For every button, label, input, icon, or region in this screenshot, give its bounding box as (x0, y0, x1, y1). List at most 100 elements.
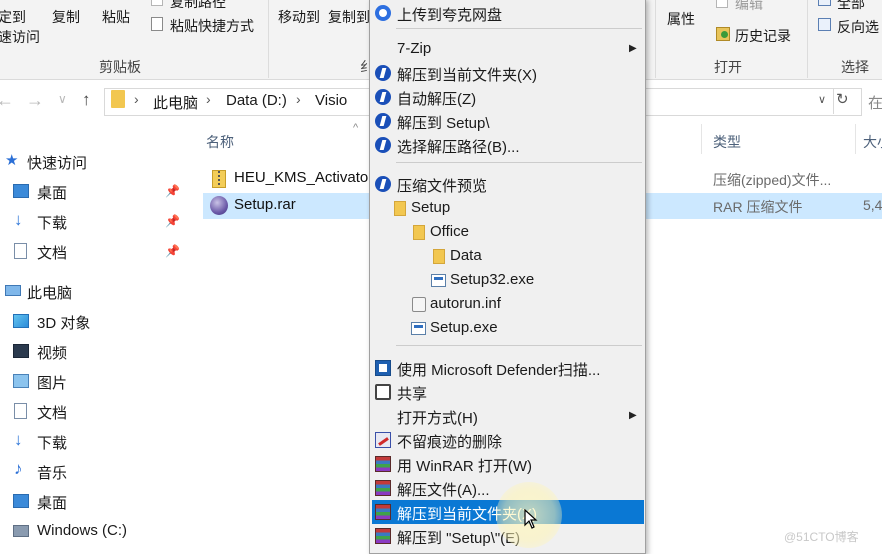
history-icon (716, 27, 730, 41)
recent-chevron-icon[interactable]: ∨ (58, 92, 67, 106)
invert-selection-button[interactable]: 反向选 (837, 17, 879, 37)
select-all-icon (818, 0, 831, 6)
sidebar-item-label: 音乐 (37, 465, 68, 482)
breadcrumb-data-drive[interactable]: Data (D:) (226, 92, 287, 109)
sidebar-item-desktop-pc[interactable]: 桌面 (0, 487, 185, 515)
sidebar-item-music[interactable]: ♪ 音乐 (0, 457, 185, 485)
submenu-arrow-icon: ▶ (629, 410, 637, 421)
menu-item-7zip[interactable]: 7-Zip ▶ (372, 37, 644, 61)
winrar-icon (375, 480, 391, 496)
menu-item-label: 7-Zip (397, 40, 432, 57)
sidebar-item-desktop[interactable]: 桌面 📌 (0, 177, 185, 205)
breadcrumb-visio[interactable]: Visio (315, 92, 347, 109)
tree-item-setup32[interactable]: Setup32.exe (372, 268, 644, 292)
sidebar-item-downloads-pc[interactable]: ↓ 下载 (0, 427, 185, 455)
sort-caret-icon: ^ (353, 122, 359, 134)
pin-quick-access-label-2[interactable]: 速访问 (0, 27, 40, 47)
edit-button[interactable]: 编辑 (735, 0, 763, 14)
menu-item-bandizip-extract-here[interactable]: 解压到当前文件夹(X) (372, 61, 644, 85)
folder-icon (394, 201, 406, 216)
menu-item-extract-files[interactable]: 解压文件(A)... (372, 476, 644, 500)
address-folder-icon (111, 90, 125, 108)
menu-item-label: 自动解压(Z) (397, 91, 477, 108)
tree-item-data[interactable]: Data (372, 244, 644, 268)
menu-item-bandizip-extract-to-setup[interactable]: 解压到 Setup\ (372, 109, 644, 133)
menu-item-upload-kuake[interactable]: 上传到夸克网盘 (372, 1, 644, 25)
exe-file-icon (431, 274, 446, 287)
refresh-icon[interactable]: ↻ (836, 90, 849, 108)
move-to-button[interactable]: 移动到 (278, 7, 320, 27)
history-button[interactable]: 历史记录 (735, 26, 791, 46)
menu-item-open-with-winrar[interactable]: 用 WinRAR 打开(W) (372, 452, 644, 476)
video-icon (13, 344, 29, 358)
menu-item-open-with[interactable]: 打开方式(H) ▶ (372, 404, 644, 428)
column-divider[interactable] (855, 124, 856, 154)
file-type: RAR 压缩文件 (713, 199, 803, 215)
tree-item-autorun[interactable]: autorun.inf (372, 292, 644, 316)
copy-to-button[interactable]: 复制到 (328, 7, 370, 27)
defender-shield-icon (375, 360, 391, 376)
sidebar-item-quick-access[interactable]: ★ 快速访问 (0, 147, 185, 175)
tree-item-label: Setup32.exe (450, 271, 535, 288)
document-icon (14, 403, 27, 419)
sidebar-scrollbar[interactable] (180, 124, 184, 554)
column-header-type[interactable]: 类型 (713, 132, 741, 152)
music-icon: ♪ (14, 459, 23, 478)
menu-item-bandizip-auto-extract[interactable]: 自动解压(Z) (372, 85, 644, 109)
copy-path-button[interactable]: 复制路径 (170, 0, 226, 12)
column-divider[interactable] (701, 124, 702, 154)
pin-quick-access-label-1[interactable]: 定到 (0, 7, 26, 27)
tree-item-office[interactable]: Office (372, 220, 644, 244)
address-dropdown-divider (814, 88, 834, 114)
file-size: 5,4 (863, 197, 882, 213)
sidebar-item-documents-pc[interactable]: 文档 (0, 397, 185, 425)
sidebar-item-documents[interactable]: 文档 📌 (0, 237, 185, 265)
clipboard-group-label: 剪贴板 (99, 59, 141, 75)
winrar-icon (375, 528, 391, 544)
sidebar-item-this-pc[interactable]: 此电脑 (0, 277, 185, 305)
search-input[interactable]: 在 (868, 92, 882, 113)
computer-icon (5, 285, 21, 296)
sidebar-item-downloads[interactable]: ↓ 下载 📌 (0, 207, 185, 235)
sidebar-item-label: 下载 (37, 215, 68, 232)
menu-item-bandizip-choose-path[interactable]: 选择解压路径(B)... (372, 133, 644, 157)
pin-icon[interactable]: 📌 (165, 214, 180, 228)
forward-arrow-icon[interactable]: → (26, 90, 44, 111)
paste-shortcut-button[interactable]: 粘贴快捷方式 (170, 16, 254, 36)
tree-item-setup[interactable]: Setup (372, 196, 644, 220)
menu-item-share[interactable]: 共享 (372, 380, 644, 404)
tree-item-setup-exe[interactable]: Setup.exe (372, 316, 644, 340)
menu-item-extract-to-setup-winrar[interactable]: 解压到 "Setup\"(E) (372, 524, 644, 548)
file-type: 压缩(zipped)文件... (713, 172, 832, 188)
copy-button[interactable]: 复制 (52, 7, 80, 27)
desktop-icon (13, 494, 29, 508)
menu-item-secure-delete[interactable]: 不留痕迹的删除 (372, 428, 644, 452)
paste-button[interactable]: 粘贴 (102, 7, 130, 27)
sidebar-item-videos[interactable]: 视频 (0, 337, 185, 365)
breadcrumb-this-pc[interactable]: 此电脑 (153, 92, 198, 113)
column-header-size[interactable]: 大小 (863, 132, 882, 152)
up-arrow-icon[interactable]: ↑ (82, 90, 91, 110)
pin-icon[interactable]: 📌 (165, 244, 180, 258)
menu-item-defender-scan[interactable]: 使用 Microsoft Defender扫描... (372, 356, 644, 380)
select-group-label: 选择 (841, 59, 869, 75)
menu-item-label: 不留痕迹的删除 (397, 434, 503, 451)
navigation-pane: ★ 快速访问 桌面 📌 ↓ 下载 📌 文档 📌 此电脑 3D 对象 视频 图片 … (0, 124, 185, 554)
menu-item-extract-here-winrar[interactable]: 解压到当前文件夹(X) (372, 500, 644, 524)
sidebar-item-3d-objects[interactable]: 3D 对象 (0, 307, 185, 335)
bandizip-icon (375, 65, 391, 81)
properties-button[interactable]: 属性 (667, 9, 695, 29)
menu-item-label: 使用 Microsoft Defender扫描... (397, 362, 601, 379)
sidebar-item-label: 快速访问 (27, 155, 88, 172)
menu-item-archive-preview[interactable]: 压缩文件预览 (372, 172, 644, 196)
select-all-button[interactable]: 全部 (837, 0, 865, 13)
invert-selection-icon (818, 18, 831, 31)
pin-icon[interactable]: 📌 (165, 184, 180, 198)
secure-delete-icon (375, 432, 391, 448)
sidebar-item-pictures[interactable]: 图片 (0, 367, 185, 395)
sidebar-item-label: 文档 (37, 245, 68, 262)
sidebar-item-windows-c[interactable]: Windows (C:) (0, 517, 185, 545)
menu-item-label: 用 WinRAR 打开(W) (397, 458, 532, 475)
back-arrow-icon[interactable]: ← (0, 90, 14, 111)
column-header-name[interactable]: 名称 (206, 132, 234, 152)
